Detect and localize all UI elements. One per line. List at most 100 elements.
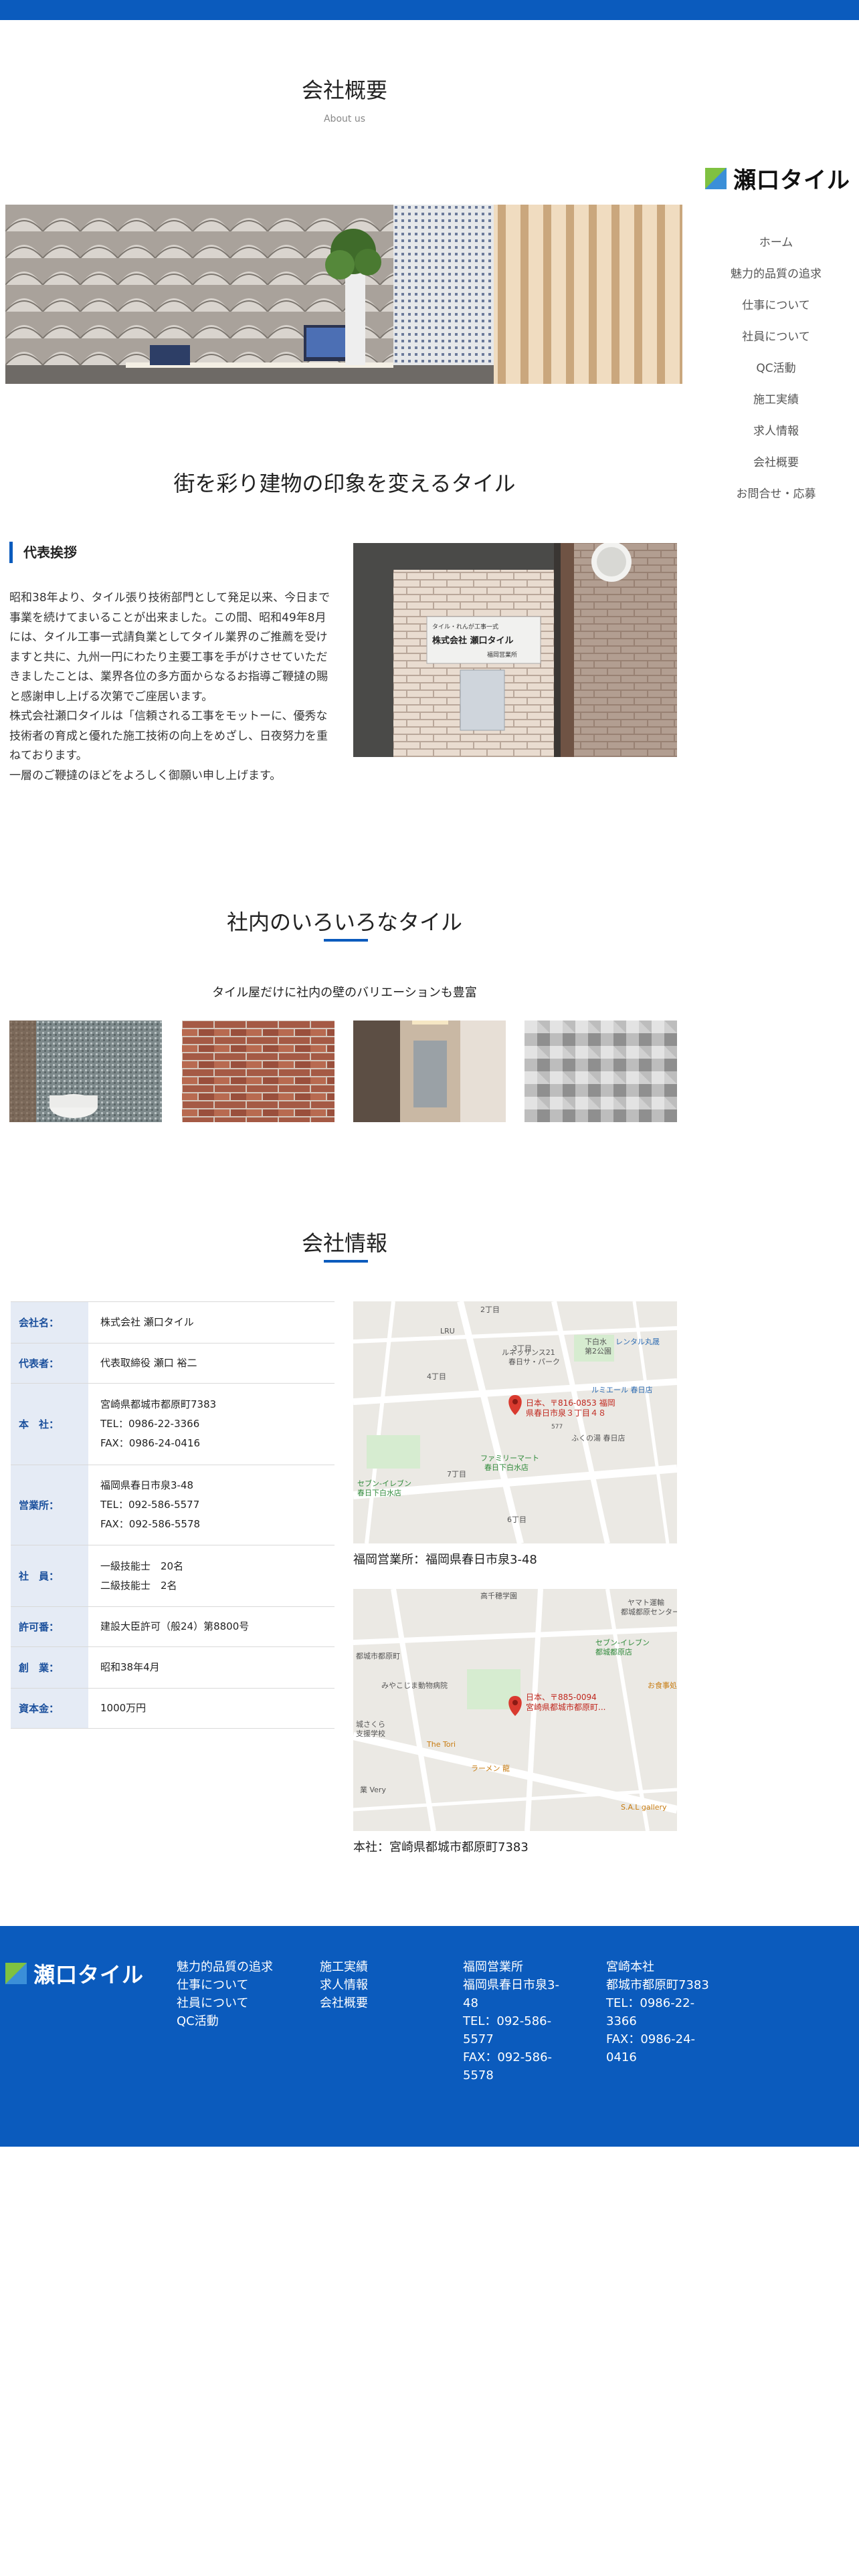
row-line: 株式会社 瀬口タイル — [100, 1316, 194, 1328]
nav-item-recruit[interactable]: 求人情報 — [696, 416, 856, 447]
row-line: 二級技能士 2名 — [100, 1579, 177, 1592]
footer-link[interactable]: 会社概要 — [320, 1994, 368, 2012]
tiles-lead: タイル屋だけに社内の壁のバリエーションも豊富 — [212, 986, 477, 1000]
map-label: 業 Very — [360, 1786, 386, 1794]
row-key: 許可番： — [11, 1606, 88, 1647]
map-label: ふくの湯 春日店 — [571, 1433, 626, 1442]
footer-link[interactable]: 施工実績 — [320, 1958, 368, 1976]
top-bar — [0, 0, 859, 20]
footer-fukuoka-office: 福岡営業所 福岡県春日市泉3- 48 TEL：092-586- 5577 FAX… — [463, 1958, 563, 2084]
row-value: 福岡県春日市泉3-48 TEL：092-586-5577 FAX：092-586… — [88, 1465, 335, 1545]
map-label: ルミエール 春日店 — [591, 1385, 653, 1394]
map-caption: 本社：宮崎県都城市都原町7383 — [353, 1840, 529, 1854]
greeting-paragraph: 株式会社瀬口タイルは「信頼される工事をモットーに、優秀な技術者の育成と優れた施工… — [9, 710, 328, 762]
table-row: 代表者： 代表取締役 瀬口 裕二 — [11, 1343, 335, 1384]
map-label: 2丁目 — [480, 1305, 500, 1314]
tile-photo-hallway — [353, 1021, 506, 1122]
company-heading: 会社情報 — [301, 1230, 387, 1256]
map-caption: 福岡営業所：福岡県春日市泉3-48 — [353, 1553, 537, 1567]
map-pin-address: 日本、〒816-0853 福岡 — [526, 1398, 615, 1408]
footer-link[interactable]: 仕事について — [177, 1976, 273, 1994]
hero-image — [5, 205, 682, 384]
row-line: 1000万円 — [100, 1702, 147, 1714]
footer-links-1: 魅力的品質の追求 仕事について 社員について QC活動 — [177, 1958, 273, 2030]
footer-text: 福岡県春日市泉3- — [463, 1978, 559, 1992]
nav-item-work[interactable]: 仕事について — [696, 290, 856, 322]
footer-text: FAX：092-586- — [463, 2050, 553, 2064]
logo-mark-icon — [5, 1963, 27, 1984]
row-key: 社 員： — [11, 1545, 88, 1607]
footer-text: FAX：0986-24- — [606, 2032, 696, 2046]
office-sign-illustration: タイル・れんが工事一式 株式会社 瀬口タイル 福岡営業所 — [353, 543, 677, 757]
footer-link[interactable]: 社員について — [177, 1994, 273, 2012]
map-fukuoka[interactable]: LRU ルネッサンス21 春日サ・パーク 下白水 第2公園 レンタル丸晟 ルミエ… — [353, 1301, 677, 1543]
sign-line1: タイル・れんが工事一式 — [432, 623, 498, 631]
map-miyazaki[interactable]: 高千穂学園 ヤマト運輸 都城都原センター セブン-イレブン 都城都原店 都城市都… — [353, 1589, 677, 1831]
row-line: 一級技能士 20名 — [100, 1560, 184, 1572]
logo-text: 瀬口タイル — [733, 167, 850, 194]
map-label: セブン-イレブン — [595, 1638, 650, 1647]
map-label: みやこじま動物病院 — [381, 1681, 448, 1690]
map-label: LRU — [440, 1327, 455, 1335]
map-label: ラーメン 龍 — [471, 1763, 510, 1773]
row-line: 建設大臣許可（般24）第8800号 — [100, 1620, 250, 1632]
tile-photo-mosaic — [9, 1021, 162, 1122]
table-row: 許可番： 建設大臣許可（般24）第8800号 — [11, 1606, 335, 1647]
footer-text: TEL：092-586- — [463, 2014, 552, 2028]
nav-item-company[interactable]: 会社概要 — [696, 447, 856, 479]
footer-link[interactable]: 魅力的品質の追求 — [177, 1958, 273, 1976]
nav-item-works[interactable]: 施工実績 — [696, 385, 856, 416]
table-row: 本 社： 宮崎県都城市都原町7383 TEL：0986-22-3366 FAX：… — [11, 1383, 335, 1465]
greeting-body: 昭和38年より、タイル張り技術部門として発足以来、今日まで事業を続けてまいること… — [9, 588, 330, 786]
table-row: 営業所： 福岡県春日市泉3-48 TEL：092-586-5577 FAX：09… — [11, 1465, 335, 1545]
table-row: 会社名： 株式会社 瀬口タイル — [11, 1301, 335, 1344]
footer-text: 都城市都原町7383 — [606, 1978, 709, 1992]
logo-text: 瀬口タイル — [33, 1962, 145, 1988]
footer-text: 5578 — [463, 2068, 494, 2082]
footer-link[interactable]: 求人情報 — [320, 1976, 368, 1994]
logo-mark-icon — [705, 167, 727, 189]
nav-item-contact[interactable]: お問合せ・応募 — [696, 479, 856, 510]
row-line: 宮崎県都城市都原町7383 — [100, 1398, 217, 1410]
row-key: 営業所： — [11, 1465, 88, 1545]
row-key: 会社名： — [11, 1301, 88, 1344]
map-label: 都城市都原町 — [356, 1651, 400, 1660]
row-line: FAX：092-586-5578 — [100, 1518, 201, 1530]
map-label: 高千穂学園 — [480, 1591, 517, 1600]
nav-item-staff[interactable]: 社員について — [696, 322, 856, 353]
map-label: 4丁目 — [427, 1372, 446, 1381]
table-row: 創 業： 昭和38年4月 — [11, 1646, 335, 1689]
greeting-paragraph: 一層のご鞭撻のほどをよろしく御願い申し上げます。 — [9, 768, 282, 782]
map-label: 春日下白水店 — [484, 1463, 529, 1472]
office-sign-photo: タイル・れんが工事一式 株式会社 瀬口タイル 福岡営業所 — [353, 543, 677, 757]
map-label: 第2公園 — [585, 1346, 611, 1356]
map-pin-address: 宮崎県都城市都原町... — [526, 1702, 605, 1712]
map-label: 春日下白水店 — [357, 1488, 401, 1497]
catch-copy: 街を彩り建物の印象を変えるタイル — [173, 471, 516, 496]
row-value: 代表取締役 瀬口 裕二 — [88, 1343, 335, 1384]
map-label: 都城都原店 — [595, 1647, 632, 1656]
row-line: 昭和38年4月 — [100, 1661, 160, 1673]
row-line: TEL：0986-22-3366 — [100, 1418, 200, 1430]
map-label: 6丁目 — [507, 1515, 527, 1524]
nav-item-quality[interactable]: 魅力的品質の追求 — [696, 259, 856, 290]
map-label: レンタル丸晟 — [615, 1337, 660, 1346]
row-value: 株式会社 瀬口タイル — [88, 1301, 335, 1344]
footer-link[interactable]: QC活動 — [177, 2012, 273, 2030]
map-label: 下白水 — [585, 1337, 607, 1346]
footer-text: TEL：0986-22- — [606, 1996, 695, 2010]
hero-illustration — [5, 205, 682, 384]
row-line: TEL：092-586-5577 — [100, 1499, 200, 1511]
map-label: ファミリーマート — [480, 1454, 539, 1463]
map-pin-address: 日本、〒885-0094 — [526, 1693, 597, 1702]
company-info-table: 会社名： 株式会社 瀬口タイル 代表者： 代表取締役 瀬口 裕二 本 社： 宮崎… — [11, 1301, 335, 1729]
map-label: 春日サ・パーク — [508, 1358, 560, 1366]
map-label: 城さくら — [356, 1720, 385, 1729]
page-subtitle: About us — [323, 114, 365, 124]
footer-text: 0416 — [606, 2050, 637, 2064]
nav-item-qc[interactable]: QC活動 — [696, 353, 856, 385]
nav-item-home[interactable]: ホーム — [696, 227, 856, 259]
site-logo[interactable]: 瀬口タイル — [705, 162, 850, 195]
tiles-heading: 社内のいろいろなタイル — [226, 909, 462, 935]
footer-logo[interactable]: 瀬口タイル — [5, 1958, 144, 1989]
